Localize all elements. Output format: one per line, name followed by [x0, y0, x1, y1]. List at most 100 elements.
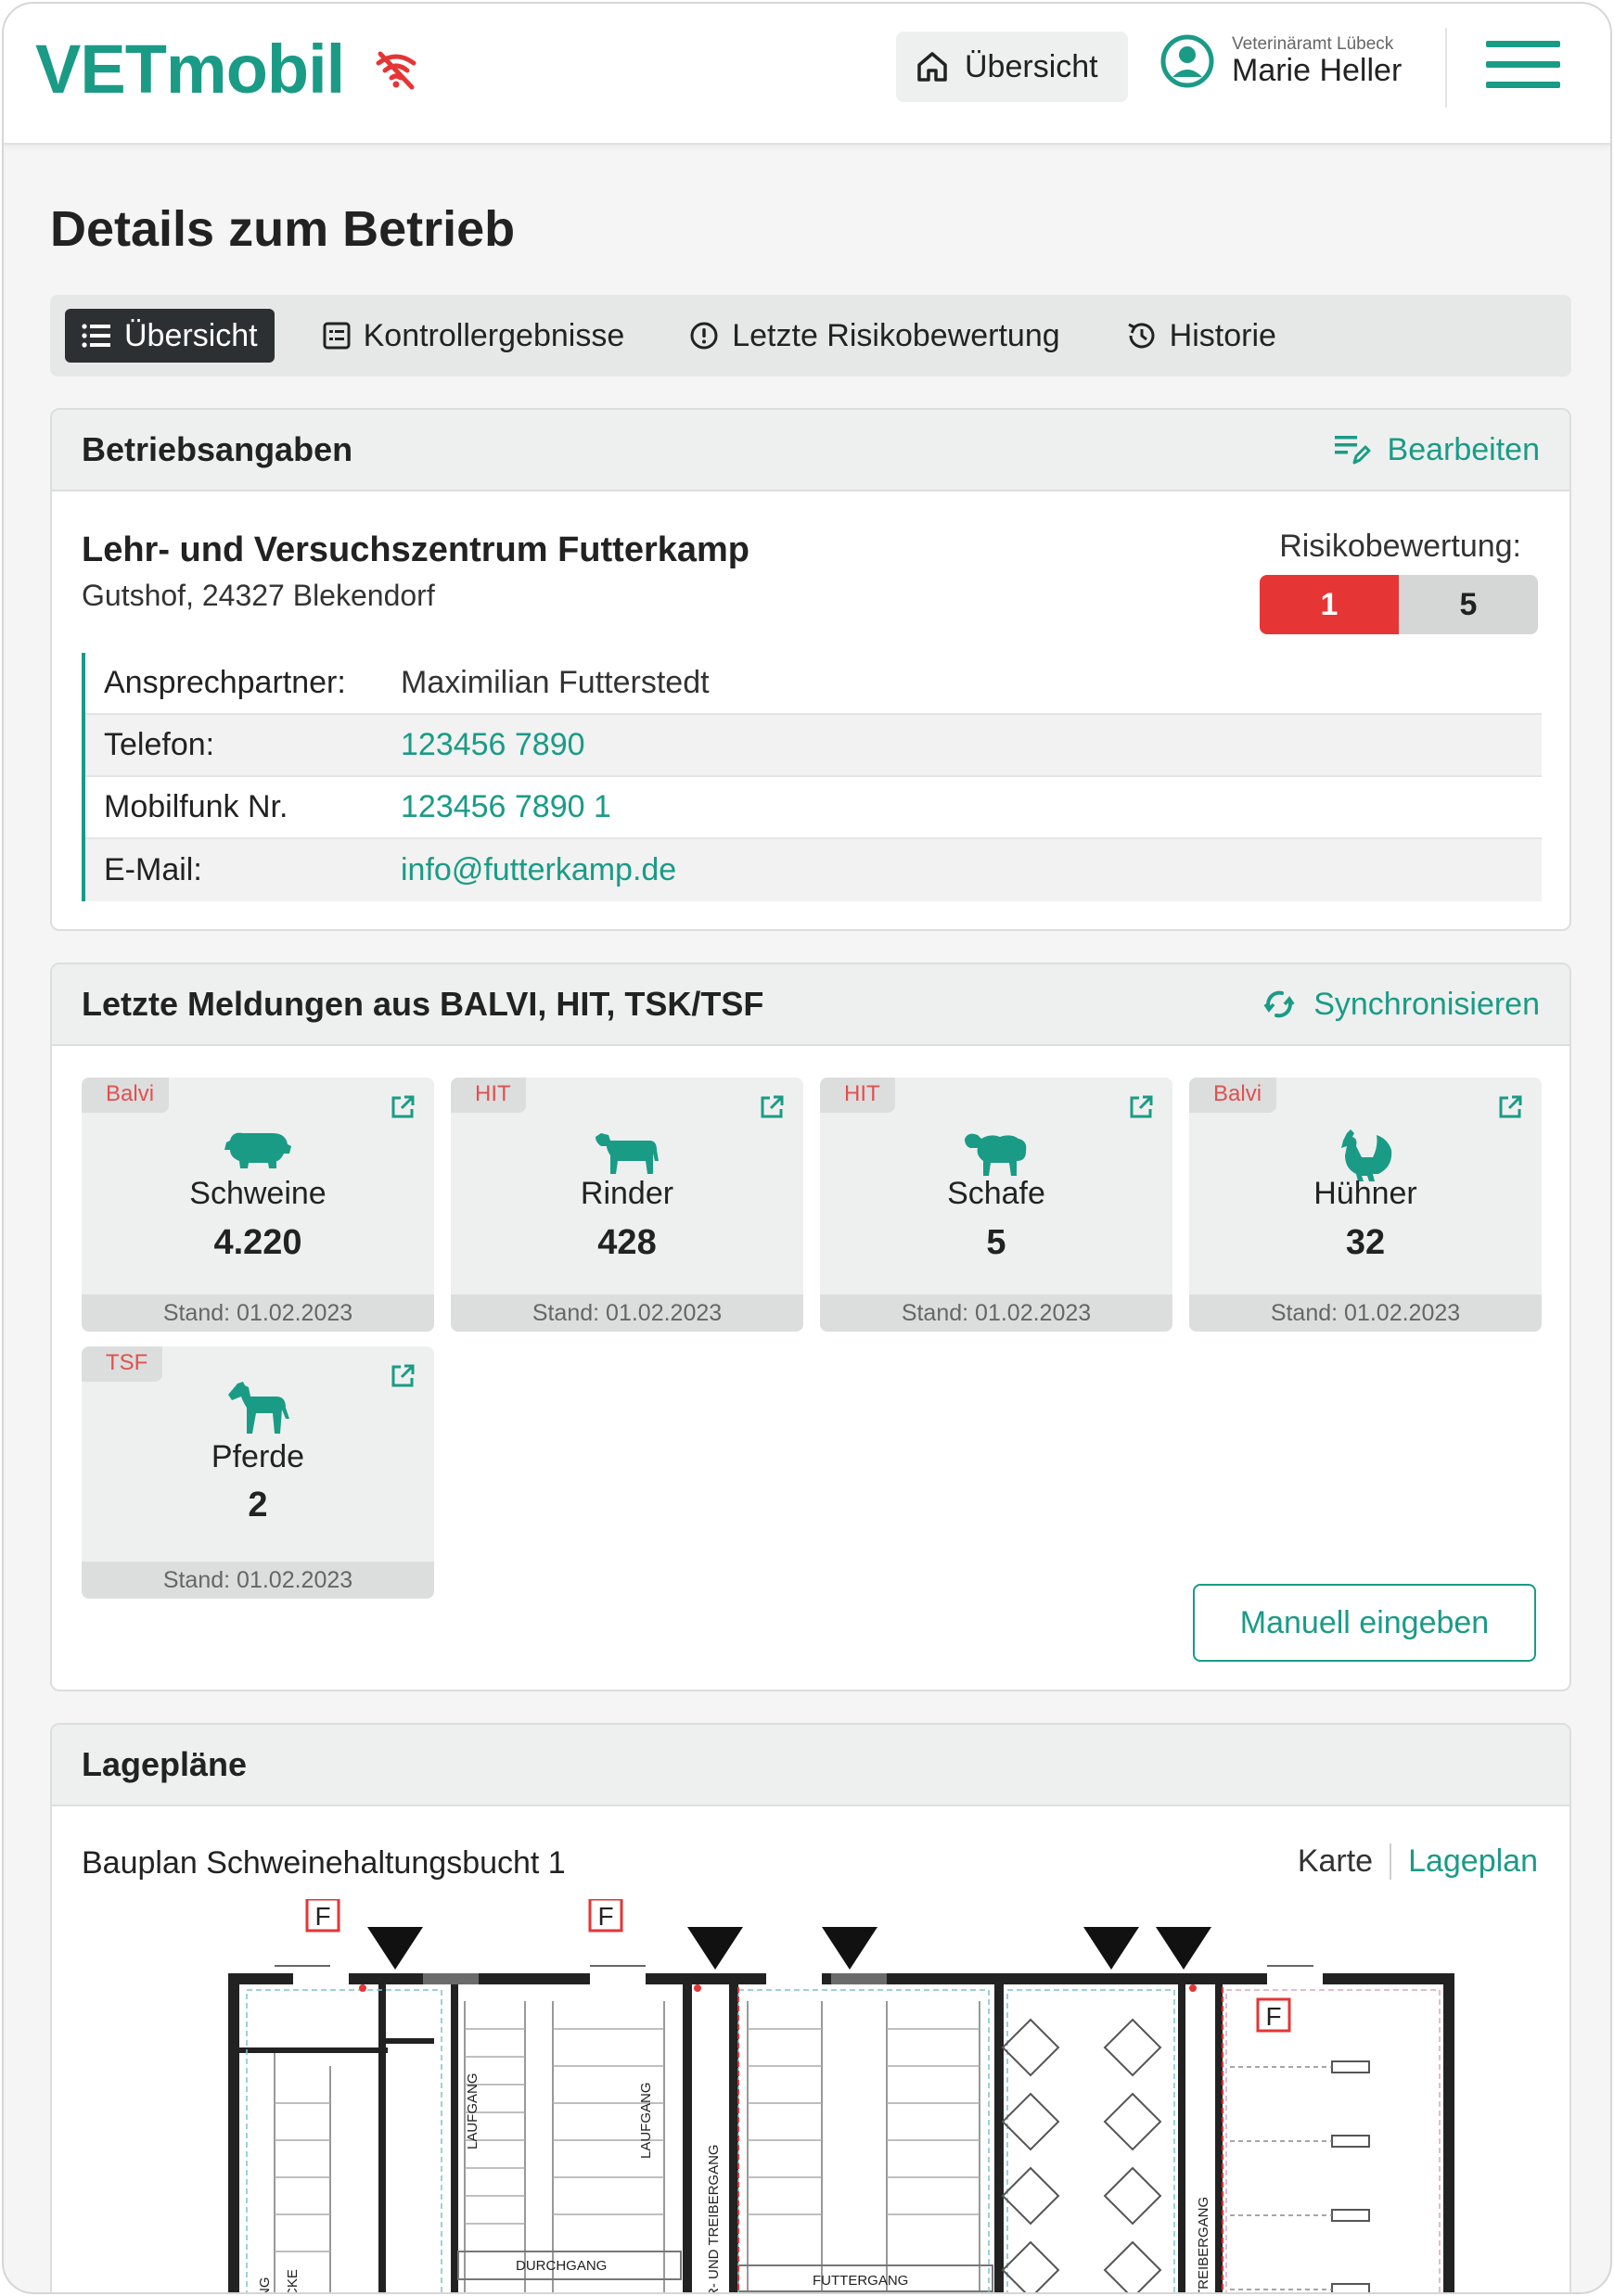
tab-label: Letzte Risikobewertung	[732, 317, 1060, 353]
contact-key: Telefon:	[104, 727, 215, 762]
horse-icon	[228, 1382, 289, 1434]
source-badge: Balvi	[82, 1078, 170, 1113]
room-label: TREIBERGANG	[1196, 2197, 1211, 2294]
fire-marker: F	[314, 1902, 330, 1931]
email-link[interactable]: info@futterkamp.de	[401, 852, 676, 888]
tab-label: Kontrollergebnisse	[363, 317, 625, 353]
contact-row: Mobilfunk Nr. 123456 7890 1	[85, 777, 1542, 839]
list-icon	[82, 324, 110, 348]
app-logo[interactable]: VETmobil	[35, 30, 345, 108]
animal-tile-schweine[interactable]: Balvi Schweine 4.220 Stand: 01.02.2023	[82, 1078, 434, 1332]
menu-icon[interactable]	[1486, 41, 1560, 93]
contact-key: Ansprechpartner:	[104, 665, 346, 700]
stand-date: Stand: 01.02.2023	[451, 1295, 803, 1332]
tab-uebersicht[interactable]: Übersicht	[65, 309, 275, 363]
view-lageplan-button[interactable]: Lageplan	[1391, 1843, 1538, 1880]
contact-person: Maximilian Futterstedt	[401, 665, 710, 700]
home-icon	[917, 52, 947, 82]
stand-date: Stand: 01.02.2023	[82, 1295, 434, 1332]
wifi-off-icon	[376, 51, 416, 90]
header-divider	[1445, 28, 1447, 108]
room-label: FUTTERGANG	[813, 2273, 908, 2289]
app-header: VETmobil Übersicht Veterinäramt Lübeck M…	[4, 4, 1610, 145]
contact-list: Ansprechpartner: Maximilian Futterstedt …	[82, 653, 1542, 901]
contact-row: E-Mail: info@futterkamp.de	[85, 839, 1542, 901]
edit-label: Bearbeiten	[1387, 431, 1540, 467]
room-label: LAUFGANG	[465, 2073, 480, 2149]
section-title: Letzte Meldungen aus BALVI, HIT, TSK/TSF	[82, 985, 764, 1023]
view-karte-button[interactable]: Karte	[1298, 1843, 1392, 1880]
lageplaene-card: Lagepläne Bauplan Schweinehaltungsbucht …	[50, 1723, 1571, 2294]
cow-icon	[596, 1133, 659, 1174]
animal-count: 4.220	[213, 1223, 302, 1262]
edit-button[interactable]: Bearbeiten	[1334, 432, 1540, 468]
app-frame: VETmobil Übersicht Veterinäramt Lübeck M…	[2, 2, 1612, 2294]
risk-indicator: 1 5	[1260, 575, 1538, 634]
animal-tile-schafe[interactable]: HIT Schafe 5 Stand: 01.02.2023	[820, 1078, 1172, 1332]
tab-kontrollergebnisse[interactable]: Kontrollergebnisse	[306, 309, 642, 363]
external-link-icon[interactable]	[759, 1094, 785, 1120]
card-header: Betriebsangaben Bearbeiten	[52, 410, 1569, 491]
source-badge: HIT	[451, 1078, 526, 1113]
fire-marker: F	[597, 1902, 613, 1931]
floor-plan-drawing[interactable]: F F F LAUFGANG LAUFGANG DURCHGANG FUTTER…	[145, 1899, 1462, 2294]
plan-view-switch: Karte Lageplan	[1298, 1843, 1538, 1880]
nav-home-button[interactable]: Übersicht	[896, 32, 1128, 102]
animal-tile-pferde[interactable]: TSF Pferde 2 Stand: 01.02.2023	[82, 1346, 434, 1599]
source-badge: Balvi	[1189, 1078, 1277, 1113]
alert-circle-icon	[690, 322, 718, 350]
tab-risikobewertung[interactable]: Letzte Risikobewertung	[672, 309, 1076, 363]
section-title: Betriebsangaben	[82, 430, 353, 468]
external-link-icon[interactable]	[390, 1094, 416, 1120]
source-badge: TSF	[82, 1346, 163, 1382]
room-label: LAUFGANG	[638, 2082, 654, 2159]
room-label: ECKE	[285, 2269, 301, 2294]
company-address: Gutshof, 24327 Blekendorf	[82, 579, 435, 612]
manual-entry-button[interactable]: Manuell eingeben	[1193, 1584, 1536, 1662]
external-link-icon[interactable]	[1128, 1094, 1154, 1120]
nav-home-label: Übersicht	[965, 48, 1098, 84]
phone-link[interactable]: 123456 7890	[401, 727, 585, 763]
section-title: Lagepläne	[82, 1745, 248, 1783]
fire-marker: F	[1265, 2002, 1281, 2031]
animal-label: Rinder	[580, 1176, 674, 1211]
user-name: Marie Heller	[1232, 52, 1403, 88]
sync-icon	[1263, 990, 1295, 1018]
edit-list-icon	[1334, 436, 1371, 465]
source-badge: HIT	[820, 1078, 895, 1113]
clipboard-list-icon	[323, 322, 351, 350]
sync-button[interactable]: Synchronisieren	[1262, 987, 1540, 1023]
pig-icon	[224, 1132, 291, 1168]
betriebsangaben-card: Betriebsangaben Bearbeiten Lehr- und Ver…	[50, 408, 1571, 931]
card-header: Lagepläne	[52, 1725, 1569, 1806]
contact-key: Mobilfunk Nr.	[104, 789, 288, 824]
contact-row: Ansprechpartner: Maximilian Futterstedt	[85, 653, 1542, 715]
user-org: Veterinäramt Lübeck	[1232, 33, 1394, 54]
tab-label: Übersicht	[124, 317, 258, 353]
stand-date: Stand: 01.02.2023	[820, 1295, 1172, 1332]
stand-date: Stand: 01.02.2023	[1189, 1295, 1542, 1332]
page-title: Details zum Betrieb	[50, 201, 516, 257]
animal-count: 32	[1345, 1223, 1386, 1262]
sync-label: Synchronisieren	[1313, 986, 1540, 1022]
user-profile[interactable]: Veterinäramt Lübeck Marie Heller	[1159, 33, 1402, 89]
animal-tile-huehner[interactable]: Balvi Hühner 32 Stand: 01.02.2023	[1189, 1078, 1542, 1332]
plan-title: Bauplan Schweinehaltungsbucht 1	[82, 1845, 566, 1881]
animal-label: Hühner	[1313, 1176, 1417, 1211]
risk-label: Risikobewertung:	[1279, 529, 1521, 564]
user-avatar-icon	[1160, 34, 1214, 88]
room-label: ANG	[257, 2277, 273, 2294]
tab-historie[interactable]: Historie	[1108, 309, 1293, 363]
external-link-icon[interactable]	[1497, 1094, 1523, 1120]
animal-count: 428	[597, 1223, 657, 1262]
mobile-link[interactable]: 123456 7890 1	[401, 789, 611, 825]
animal-label: Pferde	[211, 1439, 305, 1474]
animal-tile-rinder[interactable]: HIT Rinder 428 Stand: 01.02.2023	[451, 1078, 803, 1332]
room-label: ER- UND TREIBERGANG	[706, 2144, 722, 2294]
meldungen-card: Letzte Meldungen aus BALVI, HIT, TSK/TSF…	[50, 963, 1571, 1691]
animal-label: Schafe	[947, 1176, 1045, 1211]
tab-bar: Übersicht Kontrollergebnisse Letzte Risi…	[50, 295, 1571, 376]
animal-count: 2	[248, 1486, 268, 1524]
contact-row: Telefon: 123456 7890	[85, 715, 1542, 777]
room-label: DURCHGANG	[516, 2258, 607, 2274]
